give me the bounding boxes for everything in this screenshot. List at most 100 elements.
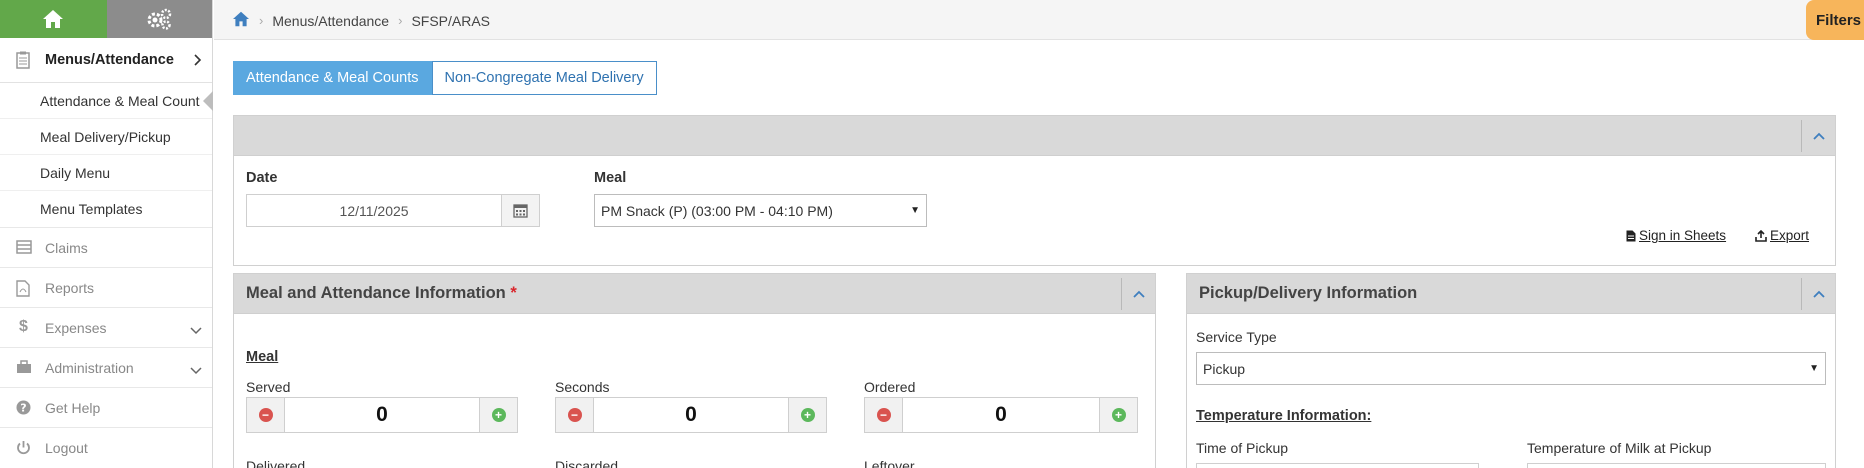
- meal-select[interactable]: PM Snack (P) (03:00 PM - 04:10 PM) ▼: [594, 194, 927, 227]
- milk-temperature-field[interactable]: [1527, 463, 1826, 468]
- calendar-icon: [513, 204, 528, 218]
- served-label: Served: [246, 379, 291, 395]
- tabs: Attendance & Meal Counts Non-Congregate …: [233, 61, 657, 95]
- sidebar-item-claims[interactable]: Claims: [0, 227, 212, 267]
- seconds-increment-button[interactable]: +: [788, 398, 826, 432]
- briefcase-icon: [16, 360, 32, 377]
- discarded-label: Discarded: [555, 458, 619, 468]
- minus-icon: −: [876, 408, 891, 422]
- dollar-icon: $: [19, 318, 28, 335]
- ordered-value[interactable]: 0: [903, 398, 1099, 432]
- breadcrumb-sfsp-aras: SFSP/ARAS: [411, 12, 491, 29]
- seconds-value[interactable]: 0: [594, 398, 788, 432]
- required-mark: *: [510, 284, 517, 302]
- time-of-pickup-label: Time of Pickup: [1196, 440, 1289, 456]
- breadcrumb-menus-attendance[interactable]: Menus/Attendance: [272, 13, 389, 29]
- seconds-decrement-button[interactable]: −: [556, 398, 594, 432]
- pickup-delivery-title: Pickup/Delivery Information: [1199, 284, 1418, 302]
- chevron-up-icon: [1812, 132, 1825, 140]
- service-type-label: Service Type: [1196, 329, 1277, 345]
- seconds-stepper: − 0 +: [555, 397, 827, 433]
- sidebar-item-administration[interactable]: Administration: [0, 347, 212, 387]
- calendar-button[interactable]: [501, 195, 539, 226]
- served-value[interactable]: 0: [285, 398, 479, 432]
- tab-non-congregate-meal-delivery[interactable]: Non-Congregate Meal Delivery: [431, 61, 657, 95]
- date-field[interactable]: 12/11/2025: [246, 194, 540, 227]
- export-label: Export: [1770, 228, 1810, 243]
- filters-label: Filters: [1816, 11, 1862, 29]
- breadcrumb-separator-icon: ›: [259, 13, 264, 28]
- sidebar-item-label: Reports: [45, 279, 95, 296]
- date-value[interactable]: 12/11/2025: [247, 195, 501, 226]
- sidebar-item-daily-menu[interactable]: Daily Menu: [0, 155, 212, 191]
- collapse-button[interactable]: [1801, 278, 1835, 310]
- sidebar-item-get-help[interactable]: ? Get Help: [0, 387, 212, 427]
- meal-attendance-title-text: Meal and Attendance Information: [246, 284, 506, 302]
- sidebar-item-label: Administration: [45, 359, 134, 376]
- clipboard-icon: [16, 51, 30, 72]
- seconds-label: Seconds: [555, 379, 610, 395]
- sidebar-item-label: Claims: [45, 239, 88, 256]
- minus-icon: −: [567, 408, 582, 422]
- pickup-delivery-panel: Pickup/Delivery Information Service Type…: [1186, 273, 1836, 468]
- ordered-label: Ordered: [864, 379, 916, 395]
- meal-attendance-title: Meal and Attendance Information *: [246, 284, 517, 303]
- chevron-up-icon: [1812, 290, 1825, 298]
- home-icon[interactable]: [232, 11, 250, 30]
- sidebar-item-reports[interactable]: Reports: [0, 267, 212, 307]
- sign-in-sheets-label: Sign in Sheets: [1639, 228, 1727, 243]
- sidebar-item-expenses[interactable]: $ Expenses: [0, 307, 212, 347]
- caret-down-icon: ▼: [1809, 363, 1819, 374]
- export-icon: [1755, 229, 1767, 242]
- top-bar: › Menus/Attendance › SFSP/ARAS Filters: [214, 0, 1864, 40]
- ordered-stepper: − 0 +: [864, 397, 1138, 433]
- served-increment-button[interactable]: +: [479, 398, 517, 432]
- sidebar-item-menu-templates[interactable]: Menu Templates: [0, 191, 212, 227]
- svg-text:?: ?: [20, 402, 26, 415]
- ordered-increment-button[interactable]: +: [1099, 398, 1137, 432]
- leftover-label: Leftover: [864, 458, 915, 468]
- sidebar-item-label: Expenses: [45, 319, 107, 336]
- time-of-pickup-field[interactable]: [1196, 463, 1479, 468]
- claims-icon: [16, 240, 32, 257]
- delivered-label: Delivered: [246, 458, 306, 468]
- home-icon: [43, 10, 64, 28]
- reports-icon: [16, 280, 30, 300]
- sidebar-menus-attendance[interactable]: Menus/Attendance: [0, 38, 212, 83]
- service-type-select[interactable]: Pickup ▼: [1196, 352, 1826, 385]
- breadcrumb: › Menus/Attendance › SFSP/ARAS: [232, 11, 490, 30]
- home-button[interactable]: [0, 0, 107, 38]
- meal-select-value: PM Snack (P) (03:00 PM - 04:10 PM): [601, 202, 833, 219]
- settings-button[interactable]: [106, 0, 212, 38]
- export-link[interactable]: Export: [1755, 228, 1809, 243]
- sidebar-item-meal-delivery-pickup[interactable]: Meal Delivery/Pickup: [0, 119, 212, 155]
- plus-icon: +: [800, 408, 815, 422]
- gears-icon: [147, 8, 172, 30]
- pickup-delivery-header: Pickup/Delivery Information: [1187, 274, 1835, 314]
- sidebar-item-logout[interactable]: Logout: [0, 427, 212, 467]
- served-decrement-button[interactable]: −: [247, 398, 285, 432]
- meal-attendance-panel: Meal and Attendance Information * Meal S…: [233, 273, 1156, 468]
- plus-icon: +: [491, 408, 506, 422]
- chevron-up-icon: [1132, 290, 1145, 298]
- help-icon: ?: [16, 400, 31, 418]
- breadcrumb-separator-icon: ›: [398, 13, 403, 28]
- power-icon: [16, 440, 31, 458]
- sidebar-item-attendance-meal-count[interactable]: Attendance & Meal Count: [0, 83, 213, 119]
- sign-in-sheets-link[interactable]: Sign in Sheets: [1626, 228, 1726, 243]
- meal-label: Meal: [594, 170, 627, 186]
- sidebar: Menus/Attendance Attendance & Meal Count…: [0, 0, 213, 468]
- caret-down-icon: ▼: [910, 205, 920, 216]
- collapse-button[interactable]: [1801, 120, 1835, 152]
- filters-button[interactable]: Filters: [1806, 0, 1864, 40]
- sidebar-menus-label: Menus/Attendance: [45, 52, 174, 68]
- filter-panel-header: [234, 116, 1835, 156]
- tab-attendance-meal-counts[interactable]: Attendance & Meal Counts: [233, 61, 432, 95]
- filter-panel: Date 12/11/2025 Meal PM Snack (P) (03:00…: [233, 115, 1836, 266]
- chevron-down-icon: [190, 362, 202, 378]
- collapse-button[interactable]: [1121, 278, 1155, 310]
- temperature-heading: Temperature Information:: [1196, 408, 1372, 424]
- served-stepper: − 0 +: [246, 397, 518, 433]
- ordered-decrement-button[interactable]: −: [865, 398, 903, 432]
- minus-icon: −: [258, 408, 273, 422]
